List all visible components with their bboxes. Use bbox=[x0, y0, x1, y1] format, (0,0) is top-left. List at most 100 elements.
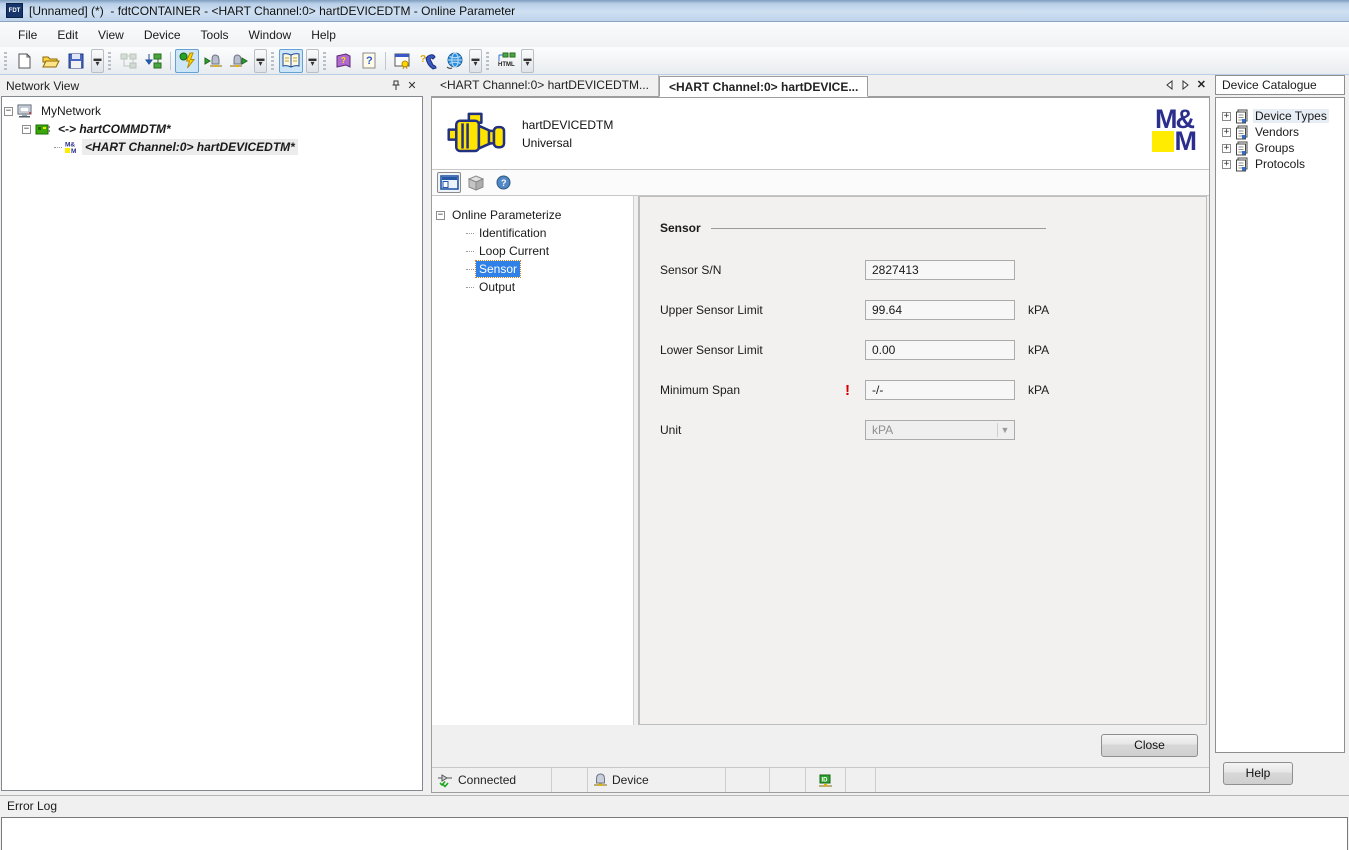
toolbar-grip[interactable] bbox=[108, 51, 111, 70]
close-tab-icon[interactable]: ✕ bbox=[1197, 78, 1206, 91]
nav-label[interactable]: Identification bbox=[476, 225, 549, 241]
help-button[interactable]: Help bbox=[1223, 762, 1293, 785]
offline-view-button[interactable] bbox=[464, 172, 488, 193]
manual-book-icon: ? bbox=[336, 52, 350, 68]
nav-label[interactable]: Loop Current bbox=[476, 243, 552, 259]
sensor-sn-input[interactable] bbox=[865, 260, 1015, 280]
help-group-dropdown[interactable]: ▬ ▾ bbox=[469, 48, 482, 73]
collapse-icon[interactable]: − bbox=[4, 106, 13, 116]
parameter-view-button[interactable] bbox=[437, 172, 461, 193]
connect-button[interactable] bbox=[175, 48, 199, 73]
catalogue-item-protocols[interactable]: + Protocols bbox=[1222, 156, 1342, 172]
menu-file[interactable]: File bbox=[8, 25, 47, 45]
close-panel-icon[interactable]: ✕ bbox=[404, 79, 420, 93]
toolbar-grip[interactable] bbox=[486, 51, 489, 70]
nav-root-label[interactable]: Online Parameterize bbox=[449, 207, 564, 223]
tab-navigation: ✕ bbox=[1165, 78, 1206, 91]
toolbar-separator bbox=[170, 51, 171, 70]
toolbar-grip[interactable] bbox=[4, 51, 7, 70]
menu-view[interactable]: View bbox=[88, 25, 134, 45]
html-export-button[interactable]: HTML bbox=[494, 49, 518, 73]
tree-node-devicedtm[interactable]: M& M <HART Channel:0> hartDEVICEDTM* bbox=[4, 138, 420, 156]
svg-text:?: ? bbox=[341, 56, 346, 65]
expand-icon[interactable]: + bbox=[1222, 143, 1231, 153]
catalogue-label[interactable]: Vendors bbox=[1253, 125, 1301, 139]
nav-root[interactable]: − Online Parameterize bbox=[436, 206, 629, 224]
upload-from-device-button[interactable] bbox=[201, 49, 225, 73]
device-icon bbox=[594, 772, 607, 786]
nav-item-identification[interactable]: Identification bbox=[436, 224, 629, 242]
license-info-button[interactable] bbox=[390, 49, 414, 73]
tree-connector bbox=[466, 268, 474, 270]
tree-label[interactable]: <-> hartCOMMDTM* bbox=[55, 121, 174, 137]
menu-tools[interactable]: Tools bbox=[191, 25, 239, 45]
support-button[interactable]: ? bbox=[416, 49, 440, 73]
tree-node-commdtm[interactable]: − <-> hartCOMMDTM* bbox=[4, 120, 420, 138]
catalogue-label[interactable]: Device Types bbox=[1253, 109, 1329, 123]
topology-scan-button[interactable] bbox=[142, 49, 166, 73]
datasource-status-text: Device bbox=[612, 773, 649, 787]
computer-icon bbox=[17, 104, 34, 118]
upload-from-device-icon bbox=[204, 53, 222, 67]
tree-label-selected[interactable]: <HART Channel:0> hartDEVICEDTM* bbox=[82, 139, 298, 155]
pin-icon[interactable] bbox=[388, 79, 404, 93]
network-view-panel: Network View ✕ − MyNetwork − <-> hartCOM… bbox=[0, 75, 426, 793]
expand-icon[interactable]: + bbox=[1222, 159, 1231, 169]
nav-label-selected[interactable]: Sensor bbox=[474, 260, 522, 278]
nav-label[interactable]: Output bbox=[476, 279, 518, 295]
svg-text:ID: ID bbox=[822, 777, 829, 783]
menu-device[interactable]: Device bbox=[134, 25, 191, 45]
catalogue-item-groups[interactable]: + Groups bbox=[1222, 140, 1342, 156]
expand-icon[interactable]: + bbox=[1222, 111, 1231, 121]
manual-button[interactable]: ? bbox=[331, 49, 355, 73]
svg-text:?: ? bbox=[501, 178, 507, 188]
tree-label[interactable]: MyNetwork bbox=[38, 103, 104, 119]
toolbar-grip[interactable] bbox=[323, 51, 326, 70]
save-button[interactable] bbox=[64, 49, 88, 73]
file-group-dropdown[interactable]: ▬ ▾ bbox=[91, 48, 104, 73]
form-row-lower-limit: Lower Sensor Limit kPA bbox=[660, 339, 1186, 361]
collapse-icon[interactable]: − bbox=[436, 210, 445, 220]
device-group-dropdown[interactable]: ▬ ▾ bbox=[254, 48, 267, 73]
minimum-span-input[interactable] bbox=[865, 380, 1015, 400]
expand-icon[interactable]: + bbox=[1222, 127, 1231, 137]
menu-edit[interactable]: Edit bbox=[47, 25, 88, 45]
close-button[interactable]: Close bbox=[1101, 734, 1198, 757]
network-topology-button[interactable] bbox=[116, 49, 140, 73]
nav-item-sensor-selected[interactable]: Sensor bbox=[436, 260, 629, 278]
prev-tab-icon[interactable] bbox=[1165, 79, 1174, 90]
field-label: Lower Sensor Limit bbox=[660, 343, 763, 357]
chevron-down-icon: ▼ bbox=[997, 423, 1012, 437]
new-document-button[interactable] bbox=[12, 49, 36, 73]
dtm-help-button[interactable]: ? bbox=[491, 172, 515, 193]
tree-node-mynetwork[interactable]: − MyNetwork bbox=[4, 102, 420, 120]
nav-item-output[interactable]: Output bbox=[436, 278, 629, 296]
menu-help[interactable]: Help bbox=[301, 25, 346, 45]
next-tab-icon[interactable] bbox=[1181, 79, 1190, 90]
device-catalogue-button[interactable] bbox=[279, 48, 303, 73]
nav-item-loop-current[interactable]: Loop Current bbox=[436, 242, 629, 260]
catalogue-item-vendors[interactable]: + Vendors bbox=[1222, 124, 1342, 140]
lower-sensor-limit-input[interactable] bbox=[865, 340, 1015, 360]
catalogue-group-dropdown[interactable]: ▬ ▾ bbox=[306, 48, 319, 73]
menu-window[interactable]: Window bbox=[239, 25, 302, 45]
tab-hartdevicedtm-1[interactable]: <HART Channel:0> hartDEVICEDTM... bbox=[431, 75, 659, 96]
html-group-dropdown[interactable]: ▬ ▾ bbox=[521, 48, 534, 73]
connection-status-cell: Connected bbox=[432, 768, 552, 792]
open-file-button[interactable] bbox=[38, 49, 62, 73]
status-cell-empty bbox=[770, 768, 806, 792]
catalogue-label[interactable]: Groups bbox=[1253, 141, 1296, 155]
error-log-content[interactable] bbox=[1, 817, 1348, 850]
catalogue-label[interactable]: Protocols bbox=[1253, 157, 1307, 171]
web-button[interactable] bbox=[442, 49, 466, 73]
catalogue-item-device-types[interactable]: + Device Types bbox=[1222, 108, 1342, 124]
toolbar-grip[interactable] bbox=[271, 51, 274, 70]
upper-sensor-limit-input[interactable] bbox=[865, 300, 1015, 320]
unit-combobox-value: kPA bbox=[872, 423, 894, 437]
parameter-nav-tree: − Online Parameterize Identification Loo… bbox=[432, 196, 633, 725]
download-to-device-button[interactable] bbox=[227, 49, 251, 73]
collapse-icon[interactable]: − bbox=[22, 124, 31, 134]
unit-combobox-disabled[interactable]: kPA ▼ bbox=[865, 420, 1015, 440]
tab-hartdevicedtm-2-active[interactable]: <HART Channel:0> hartDEVICE... bbox=[658, 76, 869, 97]
help-topics-button[interactable]: ? bbox=[357, 49, 381, 73]
